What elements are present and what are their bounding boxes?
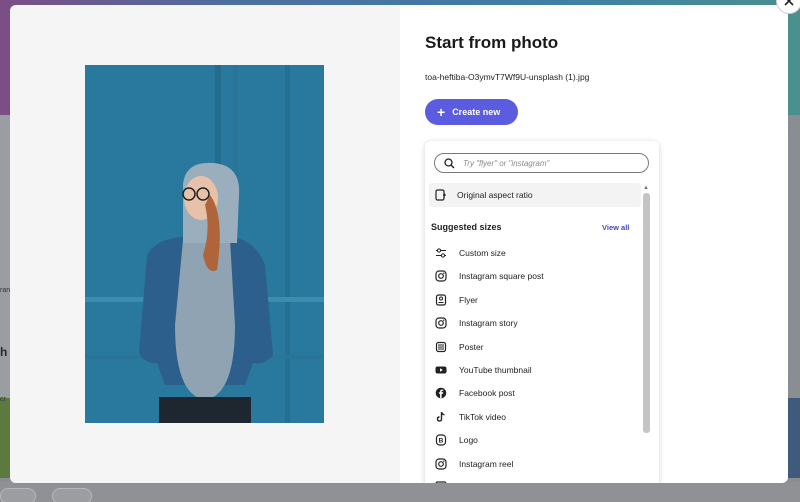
facebook-icon bbox=[435, 387, 447, 399]
flyer-icon bbox=[435, 294, 447, 306]
dropdown-scrollbar[interactable] bbox=[643, 193, 650, 433]
logo-icon: B bbox=[435, 434, 447, 446]
size-option-label: Instagram square post bbox=[459, 271, 544, 282]
size-option-label: Logo bbox=[459, 435, 478, 446]
size-option-instagram-square-post[interactable]: Instagram square post bbox=[429, 266, 641, 286]
size-option-flyer[interactable]: Flyer bbox=[429, 290, 641, 310]
photo-image bbox=[85, 65, 324, 423]
original-aspect-ratio-option[interactable]: Original aspect ratio bbox=[429, 183, 641, 207]
size-dropdown: Try "flyer" or "instagram" Original aspe… bbox=[425, 141, 659, 483]
original-aspect-ratio-label: Original aspect ratio bbox=[457, 190, 533, 200]
size-option-tiktok-video[interactable]: TikTok video bbox=[429, 407, 641, 427]
music-icon bbox=[435, 481, 447, 483]
size-option-label: Custom size bbox=[459, 248, 506, 258]
background-heading-fragment: h bbox=[0, 345, 8, 359]
tiktok-icon bbox=[435, 411, 447, 423]
size-option-instagram-reel[interactable]: Instagram reel bbox=[429, 454, 641, 474]
background-text-fragment-2: cr bbox=[0, 396, 6, 403]
background-footer bbox=[0, 482, 800, 502]
size-option-poster[interactable]: Poster bbox=[429, 337, 641, 357]
background-text-fragment: ran bbox=[0, 287, 11, 294]
size-option-facebook-post[interactable]: Facebook post bbox=[429, 383, 641, 403]
search-placeholder: Try "flyer" or "instagram" bbox=[463, 158, 550, 168]
size-option-label: YouTube thumbnail bbox=[459, 365, 532, 375]
size-option-label: Instagram story bbox=[459, 318, 518, 329]
modal-title: Start from photo bbox=[425, 33, 559, 52]
close-icon bbox=[784, 0, 794, 6]
size-option-custom-size[interactable]: Custom size bbox=[429, 243, 641, 263]
size-option-label: Poster bbox=[459, 341, 484, 352]
view-all-link[interactable]: View all bbox=[602, 223, 629, 232]
photo-preview bbox=[85, 65, 324, 423]
create-new-label: Create new bbox=[452, 107, 501, 117]
scroll-up-arrow-icon[interactable]: ▲ bbox=[643, 185, 649, 191]
instagram-icon bbox=[435, 270, 447, 282]
youtube-icon bbox=[435, 364, 447, 376]
instagram-icon bbox=[435, 317, 447, 329]
photo-filename: toa-heftiba-O3ymvT7Wf9U-unsplash (1).jpg bbox=[425, 72, 590, 82]
suggested-sizes-heading: Suggested sizes bbox=[431, 222, 502, 232]
plus-icon: + bbox=[437, 104, 446, 120]
start-from-photo-modal: Start from photo toa-heftiba-O3ymvT7Wf9U… bbox=[10, 5, 788, 483]
size-option-label: TikTok video bbox=[459, 411, 506, 422]
poster-icon bbox=[435, 341, 447, 353]
sliders-icon bbox=[435, 247, 447, 259]
size-option-label: Flyer bbox=[459, 294, 478, 305]
create-new-button[interactable]: + Create new bbox=[425, 99, 518, 125]
size-option-label: Album cover bbox=[459, 482, 506, 483]
background-chip bbox=[52, 488, 92, 502]
svg-text:B: B bbox=[439, 438, 444, 445]
size-search-input[interactable]: Try "flyer" or "instagram" bbox=[434, 153, 649, 173]
size-option-label: Instagram reel bbox=[459, 458, 514, 469]
aspect-ratio-icon bbox=[435, 189, 447, 201]
size-option-youtube-thumbnail[interactable]: YouTube thumbnail bbox=[429, 360, 641, 380]
instagram-icon bbox=[435, 457, 447, 470]
search-icon bbox=[443, 157, 455, 169]
size-option-album-cover[interactable]: Album cover bbox=[429, 477, 641, 483]
size-option-label: Facebook post bbox=[459, 388, 515, 399]
photo-preview-panel bbox=[10, 5, 400, 483]
background-thumbnail-right bbox=[786, 398, 800, 478]
size-option-logo[interactable]: B Logo bbox=[429, 430, 641, 450]
size-option-instagram-story[interactable]: Instagram story bbox=[429, 313, 641, 333]
background-chip bbox=[0, 488, 36, 502]
